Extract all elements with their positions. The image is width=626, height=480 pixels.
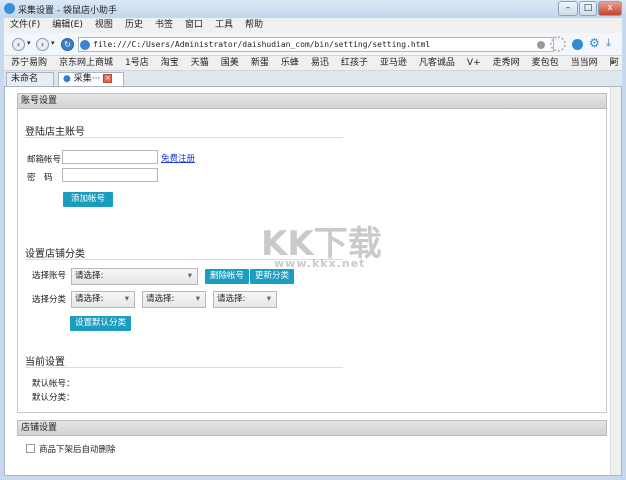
bookmark[interactable]: 乐蜂 (281, 58, 299, 68)
bookmarks-more-icon[interactable]: » (609, 56, 615, 71)
bookmark[interactable]: 新蛋 (251, 58, 269, 68)
forward-dropdown-icon[interactable]: ▾ (51, 39, 55, 47)
auto-delete-checkbox[interactable] (26, 444, 35, 453)
menu-window[interactable]: 窗口 (185, 20, 203, 30)
email-field[interactable] (62, 150, 158, 164)
password-field[interactable] (62, 168, 158, 182)
divider (25, 367, 343, 368)
menu-file[interactable]: 文件(F) (10, 20, 40, 30)
loading-icon (550, 36, 566, 52)
password-label: 密 码 (27, 173, 53, 183)
title-bar: 采集设置 - 袋鼠店小助手 – □ x (0, 0, 626, 18)
globe-icon: ● (63, 74, 71, 84)
watermark-url: www.kkx.net (274, 257, 366, 270)
default-category-label: 默认分类： (32, 393, 75, 403)
menu-edit[interactable]: 编辑(E) (52, 20, 83, 30)
delete-account-button[interactable]: 删除帐号 (205, 269, 250, 284)
bookmark[interactable]: 淘宝 (161, 58, 179, 68)
tab-strip: 未命名 ● 采集··· × (4, 71, 622, 96)
navigation-toolbar: ‹ ▾ › ▾ ↻ file:///C:/Users/Administrator… (4, 33, 622, 56)
menu-view[interactable]: 视图 (95, 20, 113, 30)
tab-label: 采集··· (73, 74, 101, 84)
bookmark[interactable]: 红孩子 (341, 58, 368, 68)
menu-bar: 文件(F) 编辑(E) 视图 历史 书签 窗口 工具 帮助 (4, 18, 622, 33)
add-account-button[interactable]: 添加帐号 (63, 192, 113, 207)
category-select-1[interactable]: 请选择: (71, 291, 135, 308)
bookmark[interactable]: 走秀网 (493, 58, 520, 68)
section-header-shop: 店铺设置 (17, 420, 607, 436)
back-dropdown-icon[interactable]: ▾ (27, 39, 31, 47)
account-select[interactable]: 请选择: (71, 268, 198, 285)
gear-icon[interactable]: ⚙ (589, 36, 600, 50)
set-default-category-button[interactable]: 设置默认分类 (70, 316, 132, 331)
tab-close-icon[interactable]: × (103, 74, 113, 83)
bookmark[interactable]: 京东网上商城 (59, 58, 113, 68)
scrollbar[interactable] (610, 87, 621, 475)
tab-label: 未命名 (11, 74, 39, 84)
update-category-button[interactable]: 更新分类 (250, 269, 295, 284)
select-account-label: 选择账号 (32, 271, 67, 281)
bookmark[interactable]: 凡客诚品 (419, 58, 455, 68)
bookmark[interactable]: 苏宁易购 (11, 58, 47, 68)
menu-help[interactable]: 帮助 (245, 20, 263, 30)
clear-icon[interactable] (537, 41, 545, 49)
menu-tools[interactable]: 工具 (215, 20, 233, 30)
bookmark[interactable]: 亚马逊 (380, 58, 407, 68)
forward-icon[interactable]: › (36, 38, 49, 51)
bookmark[interactable]: 天猫 (191, 58, 209, 68)
refresh-icon[interactable]: ↻ (61, 38, 74, 51)
section-header-account: 账号设置 (17, 93, 607, 109)
default-account-label: 默认帐号： (32, 379, 75, 389)
bookmark[interactable]: 易迅 (311, 58, 329, 68)
maximize-button[interactable]: □ (579, 1, 597, 16)
current-settings-title: 当前设置 (25, 357, 65, 368)
bookmark[interactable]: 1号店 (125, 58, 149, 68)
category-title: 设置店铺分类 (25, 249, 85, 260)
app-icon (4, 3, 15, 14)
address-input[interactable]: file:///C:/Users/Administrator/daishudia… (78, 37, 554, 52)
menu-bookmarks[interactable]: 书签 (155, 20, 173, 30)
minimize-button[interactable]: – (558, 1, 578, 16)
bookmark[interactable]: 当当网 (571, 58, 598, 68)
extension-icon[interactable] (572, 39, 583, 50)
page-content: 账号设置 登陆店主账号 邮箱帐号 免费注册 密 码 添加帐号 设置店铺分类 选择… (4, 86, 622, 476)
select-category-label: 选择分类 (32, 295, 67, 305)
download-icon[interactable]: ⤓ (606, 36, 611, 50)
email-label: 邮箱帐号 (27, 155, 62, 165)
account-panel: 登陆店主账号 邮箱帐号 免费注册 密 码 添加帐号 设置店铺分类 选择账号 请选… (17, 109, 607, 413)
tab-collect[interactable]: ● 采集··· × (58, 72, 124, 86)
category-select-3[interactable]: 请选择: (213, 291, 277, 308)
back-icon[interactable]: ‹ (12, 38, 25, 51)
bookmark[interactable]: 国美 (221, 58, 239, 68)
register-link[interactable]: 免费注册 (161, 152, 195, 164)
bookmark[interactable]: 麦包包 (532, 58, 559, 68)
menu-history[interactable]: 历史 (125, 20, 143, 30)
bookmarks-bar: 苏宁易购 京东网上商城 1号店 淘宝 天猫 国美 新蛋 乐蜂 易迅 红孩子 亚马逊 凡客诚品 V+ 走秀网… (4, 56, 622, 83)
close-button[interactable]: x (598, 1, 622, 16)
globe-icon (80, 40, 90, 50)
window-title: 采集设置 - 袋鼠店小助手 (18, 6, 117, 16)
auto-delete-label: 商品下架后自动删除 (39, 445, 116, 455)
tab-untitled[interactable]: 未命名 (6, 72, 54, 96)
category-select-2[interactable]: 请选择: (142, 291, 206, 308)
bookmark[interactable]: V+ (467, 58, 481, 68)
divider (25, 137, 343, 138)
login-title: 登陆店主账号 (25, 127, 85, 138)
